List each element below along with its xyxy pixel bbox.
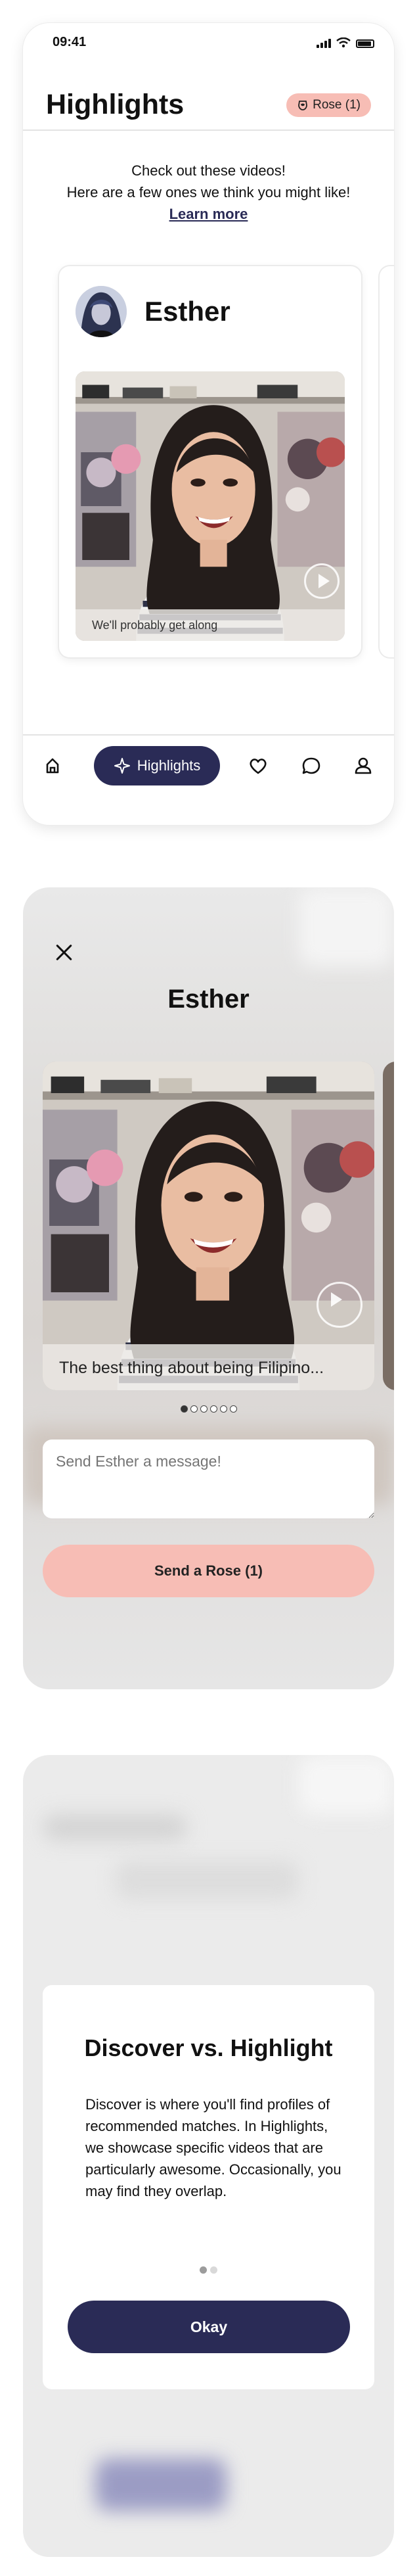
status-bar: 09:41 (23, 23, 394, 62)
pagination-dot[interactable] (190, 1405, 198, 1413)
pagination-dot[interactable] (200, 2266, 207, 2274)
profile-name: Esther (167, 985, 250, 1014)
pagination-dot[interactable] (219, 1405, 227, 1413)
next-card-peek[interactable] (380, 266, 394, 657)
video-thumbnail[interactable]: We'll probably get along (76, 371, 345, 641)
intro-line-2: Here are a few ones we think you might l… (66, 184, 351, 200)
play-icon[interactable] (304, 563, 340, 599)
tabbar-divider (23, 734, 394, 736)
rose-badge-label: Rose (1) (313, 98, 361, 112)
home-icon[interactable] (41, 754, 64, 778)
rose-icon (298, 101, 308, 110)
play-icon[interactable] (317, 1282, 362, 1328)
tab-highlights[interactable]: Highlights (94, 746, 220, 785)
tab-highlights-label: Highlights (137, 757, 201, 774)
pagination-dot[interactable] (200, 1405, 208, 1413)
status-icons (317, 37, 374, 48)
blurred-background (299, 887, 394, 966)
profile-name: Esther (144, 296, 230, 327)
cellular-signal-icon (317, 39, 331, 48)
video-player[interactable]: The best thing about being Filipino... (43, 1062, 374, 1390)
info-modal: Discover vs. Highlight Discover is where… (43, 1985, 374, 2389)
profile-icon[interactable] (351, 754, 375, 778)
blurred-background (43, 1814, 187, 1840)
highlight-detail-screen: Esther The best thing about being Filipi… (23, 887, 394, 1689)
message-input[interactable] (43, 1440, 374, 1518)
rose-count-badge[interactable]: Rose (1) (286, 93, 371, 117)
wifi-icon (336, 37, 351, 48)
video-pagination (23, 1405, 394, 1413)
header-divider (23, 129, 394, 131)
okay-button[interactable]: Okay (68, 2301, 350, 2353)
sparkle-icon (114, 758, 130, 774)
blurred-background (95, 2458, 227, 2511)
pagination-dot[interactable] (229, 1405, 237, 1413)
intro-text: Check out these videos! Here are a few o… (23, 160, 394, 225)
page-title: Highlights (46, 89, 185, 120)
modal-pagination (43, 2266, 374, 2274)
pagination-dot[interactable] (210, 2266, 217, 2274)
blurred-background (115, 1860, 299, 1900)
modal-body: Discover is where you'll find profiles o… (85, 2096, 341, 2199)
avatar (76, 286, 127, 337)
heart-icon[interactable] (246, 754, 270, 778)
blurred-background (299, 1755, 394, 1814)
close-icon[interactable] (55, 943, 73, 962)
video-caption: The best thing about being Filipino... (43, 1344, 374, 1390)
intro-line-1: Check out these videos! (131, 162, 286, 179)
status-time: 09:41 (53, 35, 87, 49)
battery-icon (356, 39, 374, 48)
pagination-dot[interactable] (180, 1405, 188, 1413)
learn-more-link[interactable]: Learn more (169, 203, 248, 225)
pagination-dot[interactable] (209, 1405, 217, 1413)
highlights-screen: 09:41 Highlights Rose (1) Check out thes… (23, 23, 394, 825)
highlight-card[interactable]: Esther We'll probably get along (59, 266, 361, 657)
next-video-peek[interactable] (383, 1062, 394, 1390)
send-rose-button[interactable]: Send a Rose (1) (43, 1545, 374, 1597)
video-caption: We'll probably get along (76, 609, 345, 641)
chat-bubble-icon[interactable] (299, 754, 323, 778)
modal-title: Discover vs. Highlight (84, 2034, 333, 2061)
info-modal-screen: Discover vs. Highlight Discover is where… (23, 1755, 394, 2557)
